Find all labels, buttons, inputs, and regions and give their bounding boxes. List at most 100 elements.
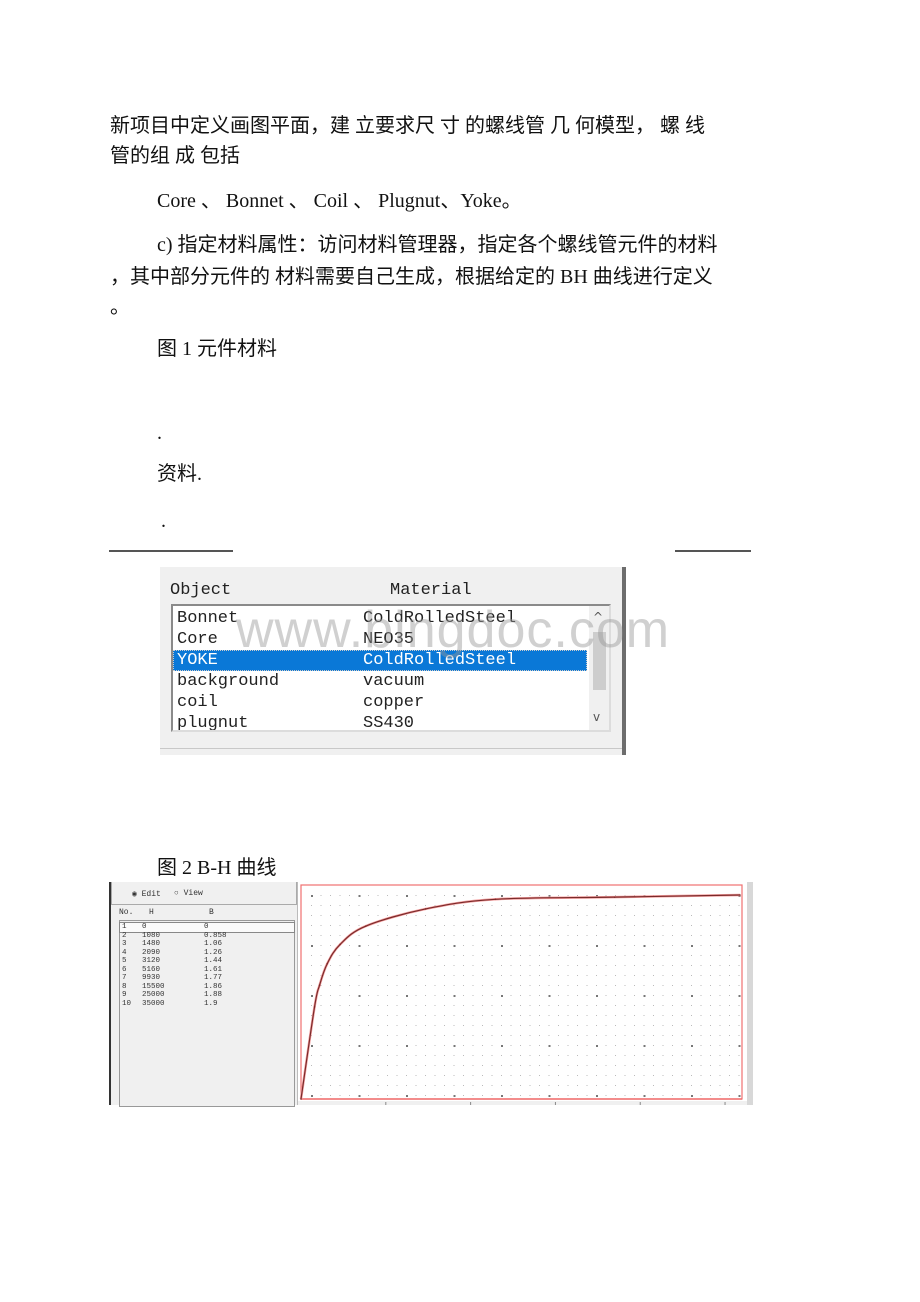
grid-dot xyxy=(691,965,692,966)
grid-dot xyxy=(681,1035,683,1036)
plot-background xyxy=(298,882,747,1105)
grid-dot xyxy=(539,1055,540,1056)
grid-dot xyxy=(529,925,531,926)
grid-dot xyxy=(738,1065,740,1066)
grid-dot xyxy=(634,1025,635,1026)
grid-dot xyxy=(377,895,379,896)
grid-dot xyxy=(406,965,407,966)
grid-dot xyxy=(672,955,673,956)
table-row[interactable]: 4 2090 1.26 xyxy=(120,949,294,958)
list-item[interactable]: Core NEO35 xyxy=(173,629,587,650)
grid-dot xyxy=(615,1075,616,1076)
grid-dot xyxy=(634,945,635,946)
grid-dot xyxy=(510,1095,512,1096)
grid-dot xyxy=(463,965,464,966)
bh-data-point xyxy=(494,898,497,901)
grid-dot xyxy=(520,995,521,996)
bh-data-table[interactable]: 1 0 0 2 1080 0.858 3 1480 1.06 4 2090 1.26 5 3120 1.44… xyxy=(119,920,295,1107)
grid-dot xyxy=(529,1095,531,1096)
grid-dot xyxy=(539,1005,540,1006)
cell-no: 7 xyxy=(122,974,127,982)
scroll-down-icon[interactable]: v xyxy=(593,710,600,724)
grid-dot xyxy=(444,1035,445,1036)
grid-dot xyxy=(596,1085,597,1086)
grid-dot xyxy=(653,905,654,906)
listbox-scrollbar[interactable]: ^ v xyxy=(589,606,609,730)
table-row[interactable]: 6 5160 1.61 xyxy=(120,966,294,975)
grid-dot xyxy=(624,1065,626,1066)
figure-1-caption: 图 1 元件材料 xyxy=(157,338,277,360)
grid-dot xyxy=(643,1085,645,1086)
grid-dot xyxy=(377,995,379,996)
grid-dot xyxy=(320,935,322,936)
table-row[interactable]: 9 25000 1.88 xyxy=(120,991,294,1000)
grid-dot xyxy=(539,1075,540,1076)
grid-dot xyxy=(577,915,578,916)
grid-dot xyxy=(634,1005,635,1006)
grid-major-dot xyxy=(453,895,456,897)
radio-edit[interactable]: ◉ Edit xyxy=(132,889,161,899)
grid-dot xyxy=(453,985,455,986)
grid-dot xyxy=(586,925,588,926)
grid-dot xyxy=(634,1055,635,1056)
grid-dot xyxy=(377,1045,379,1046)
grid-dot xyxy=(605,1095,607,1096)
grid-dot xyxy=(605,895,607,896)
grid-dot xyxy=(653,965,654,966)
table-row[interactable]: 2 1080 0.858 xyxy=(120,932,294,941)
radio-view[interactable]: ○ View xyxy=(174,889,203,898)
table-row[interactable]: 8 15500 1.86 xyxy=(120,983,294,992)
grid-dot xyxy=(415,925,417,926)
table-row[interactable]: 10 35000 1.9 xyxy=(120,1000,294,1009)
grid-dot xyxy=(444,1055,445,1056)
grid-major-dot xyxy=(548,1045,551,1047)
cell-b: 1.26 xyxy=(204,948,223,957)
grid-dot xyxy=(729,945,730,946)
grid-dot xyxy=(520,1015,521,1016)
grid-dot xyxy=(387,985,388,986)
grid-dot xyxy=(672,1025,673,1026)
grid-dot xyxy=(444,1025,445,1026)
material-manager-dialog: Object Material Bonnet ColdRolledSteel C… xyxy=(160,567,626,755)
grid-dot xyxy=(463,985,464,986)
grid-dot xyxy=(634,1075,635,1076)
grid-major-dot xyxy=(643,1045,646,1047)
table-row[interactable]: 7 9930 1.77 xyxy=(120,974,294,983)
grid-dot xyxy=(330,1065,331,1066)
table-row[interactable]: 5 3120 1.44 xyxy=(120,957,294,966)
list-item[interactable]: coil copper xyxy=(173,692,587,713)
grid-dot xyxy=(434,1015,436,1016)
grid-dot xyxy=(339,1035,341,1036)
grid-dot xyxy=(691,1055,692,1056)
grid-dot xyxy=(691,1065,692,1066)
grid-dot xyxy=(453,955,455,956)
list-item[interactable]: Bonnet ColdRolledSteel xyxy=(173,608,587,629)
grid-dot xyxy=(539,915,540,916)
grid-dot xyxy=(729,995,730,996)
grid-dot xyxy=(491,975,493,976)
table-row[interactable]: 3 1480 1.06 xyxy=(120,940,294,949)
grid-dot xyxy=(691,925,692,926)
grid-dot xyxy=(434,1045,436,1046)
grid-dot xyxy=(510,925,512,926)
grid-dot xyxy=(586,945,588,946)
object-material-listbox[interactable]: Bonnet ColdRolledSteel Core NEO35 YOKE C… xyxy=(171,604,611,732)
grid-dot xyxy=(415,1055,417,1056)
list-item[interactable]: background vacuum xyxy=(173,671,587,692)
grid-dot xyxy=(339,1085,341,1086)
table-row[interactable]: 1 0 0 xyxy=(119,922,295,933)
grid-dot xyxy=(539,985,540,986)
grid-dot xyxy=(558,905,559,906)
grid-dot xyxy=(710,1075,711,1076)
grid-dot xyxy=(738,935,740,936)
scroll-up-icon[interactable]: ^ xyxy=(593,610,603,624)
list-item[interactable]: plugnut SS430 xyxy=(173,713,587,730)
grid-major-dot xyxy=(738,1095,741,1097)
scrollbar-thumb[interactable] xyxy=(593,632,606,690)
grid-dot xyxy=(672,1085,673,1086)
components-list: Core 、 Bonnet 、 Coil 、 Plugnut、Yoke。 xyxy=(157,190,522,212)
grid-dot xyxy=(624,915,626,916)
grid-dot xyxy=(453,1085,455,1086)
grid-dot xyxy=(434,985,436,986)
list-item-selected[interactable]: YOKE ColdRolledSteel xyxy=(173,650,587,671)
